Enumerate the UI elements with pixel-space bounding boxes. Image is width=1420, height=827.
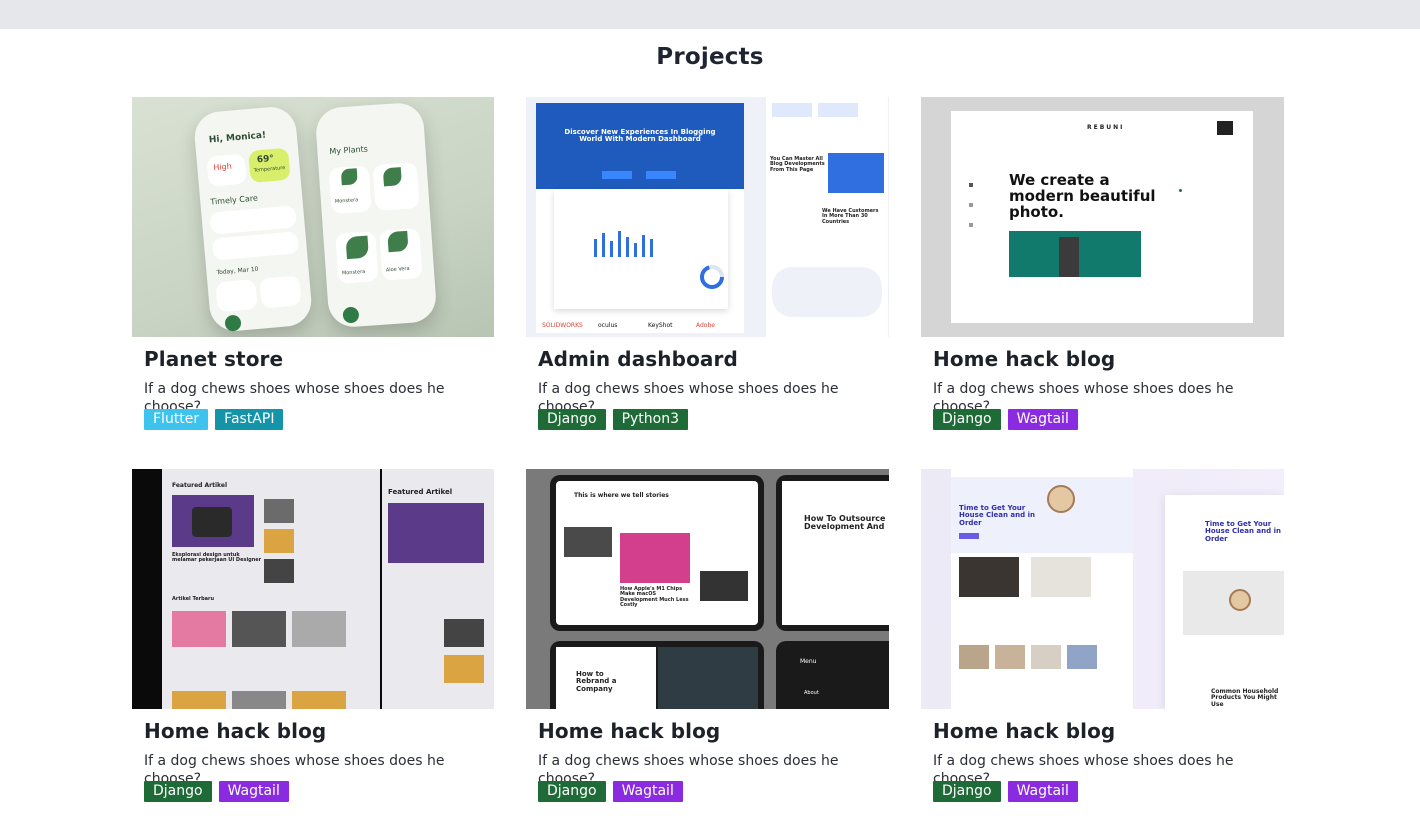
project-thumbnail[interactable]: REBUNI We create a modern beautiful phot… (921, 97, 1284, 337)
menu-icon (1217, 121, 1233, 135)
tag-list: Django Wagtail (144, 781, 482, 802)
clock-icon (1229, 589, 1251, 611)
tablet-mockup: How to Rebrand a Company (550, 641, 764, 709)
project-title[interactable]: Admin dashboard (538, 347, 877, 372)
project-card[interactable]: Hi, Monica! High 69° Temperature Timely … (132, 97, 494, 437)
tag-list: Django Wagtail (538, 781, 877, 802)
project-card[interactable]: Featured Artikel Eksplorasi design untuk… (132, 469, 494, 809)
phone-mockup: Hi, Monica! High 69° Temperature Timely … (192, 104, 314, 334)
project-card[interactable]: Discover New Experiences In Blogging Wor… (526, 97, 889, 437)
project-description: If a dog chews shoes whose shoes does he… (538, 753, 839, 787)
project-card[interactable]: REBUNI We create a modern beautiful phot… (921, 97, 1284, 437)
tag-django[interactable]: Django (144, 781, 212, 802)
tag-django[interactable]: Django (538, 409, 606, 430)
project-thumbnail[interactable]: Featured Artikel Eksplorasi design untuk… (132, 469, 494, 709)
household-mobile-mockup: Time to Get Your House Clean and in Orde… (1165, 495, 1284, 709)
tag-wagtail[interactable]: Wagtail (218, 781, 289, 802)
tablet-mockup: This is where we tell stories How Apple'… (550, 475, 764, 631)
tag-list: Django Python3 (538, 409, 877, 430)
projects-grid: Hi, Monica! High 69° Temperature Timely … (132, 97, 1284, 809)
tag-django[interactable]: Django (933, 781, 1001, 802)
tablet-mockup: Menu About (776, 641, 889, 709)
household-mockup: Time to Get Your House Clean and in Orde… (951, 469, 1133, 709)
project-title[interactable]: Home hack blog (144, 719, 482, 744)
home-nav-icon (224, 314, 242, 332)
section-title: Projects (656, 44, 764, 70)
project-title[interactable]: Planet store (144, 347, 482, 372)
project-card[interactable]: This is where we tell stories How Apple'… (526, 469, 889, 809)
project-title[interactable]: Home hack blog (933, 719, 1272, 744)
project-thumbnail[interactable]: Discover New Experiences In Blogging Wor… (526, 97, 889, 337)
tag-wagtail[interactable]: Wagtail (612, 781, 683, 802)
donut-chart-icon (700, 265, 724, 289)
rebuni-mockup: REBUNI We create a modern beautiful phot… (951, 111, 1253, 323)
blog-mockup: Featured Artikel Eksplorasi design untuk… (162, 469, 380, 709)
phone-mockup: My Plants Monstera Monstera Aloe Vera (314, 101, 438, 329)
project-thumbnail[interactable]: Time to Get Your House Clean and in Orde… (921, 469, 1284, 709)
tag-list: Django Wagtail (933, 781, 1272, 802)
tag-wagtail[interactable]: Wagtail (1007, 781, 1078, 802)
tag-flutter[interactable]: Flutter (144, 409, 209, 430)
tablet-mockup: How To Outsource Development And (776, 475, 889, 631)
project-description: If a dog chews shoes whose shoes does he… (933, 753, 1234, 787)
project-card[interactable]: Time to Get Your House Clean and in Orde… (921, 469, 1284, 809)
project-description: If a dog chews shoes whose shoes does he… (144, 381, 445, 415)
bar-chart-icon (594, 231, 653, 257)
blog-mobile-mockup: Featured Artikel (382, 469, 494, 709)
tag-django[interactable]: Django (538, 781, 606, 802)
landing-mockup: You Can Master All Blog Developments Fro… (766, 97, 888, 337)
dashboard-mockup: Discover New Experiences In Blogging Wor… (536, 103, 744, 333)
top-bar (0, 0, 1420, 29)
tag-wagtail[interactable]: Wagtail (1007, 409, 1078, 430)
project-description: If a dog chews shoes whose shoes does he… (144, 753, 445, 787)
project-thumbnail[interactable]: Hi, Monica! High 69° Temperature Timely … (132, 97, 494, 337)
project-thumbnail[interactable]: This is where we tell stories How Apple'… (526, 469, 889, 709)
clock-icon (1047, 485, 1075, 513)
tag-fastapi[interactable]: FastAPI (215, 409, 284, 430)
tag-python3[interactable]: Python3 (612, 409, 689, 430)
world-map-icon (772, 267, 882, 317)
home-nav-icon (342, 306, 360, 324)
project-description: If a dog chews shoes whose shoes does he… (538, 381, 839, 415)
project-description: If a dog chews shoes whose shoes does he… (933, 381, 1234, 415)
project-title[interactable]: Home hack blog (933, 347, 1272, 372)
tag-list: Django Wagtail (933, 409, 1272, 430)
project-title[interactable]: Home hack blog (538, 719, 877, 744)
tag-list: Flutter FastAPI (144, 409, 482, 430)
tag-django[interactable]: Django (933, 409, 1001, 430)
